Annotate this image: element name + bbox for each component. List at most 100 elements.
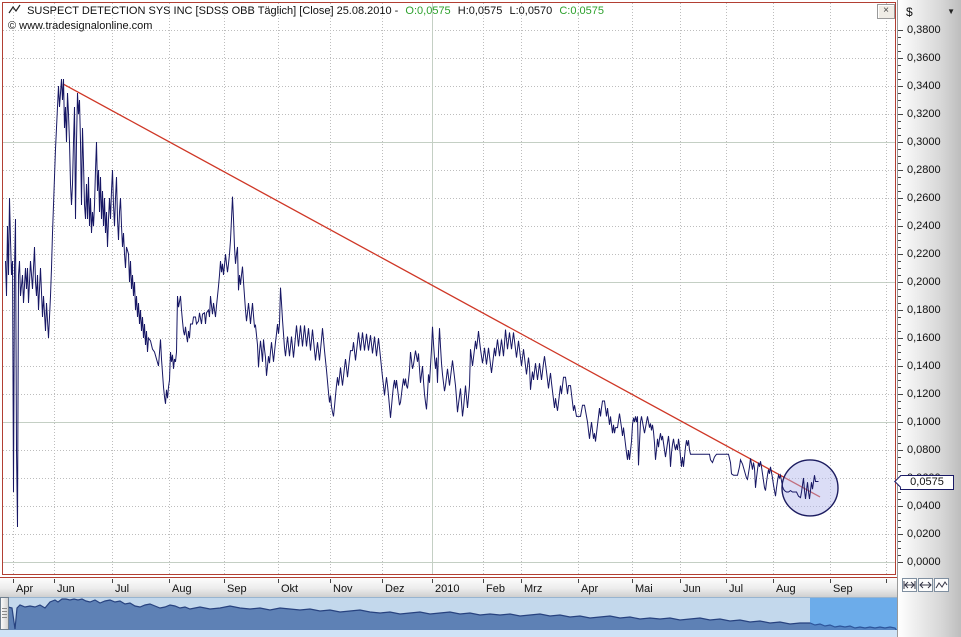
y-axis-minor-tick — [898, 149, 901, 150]
close-icon[interactable]: × — [877, 4, 895, 19]
chart-pane[interactable]: SUSPECT DETECTION SYS INC [SDSS OBB Tägl… — [0, 0, 897, 577]
y-axis-label: 0,0000 — [907, 556, 941, 568]
grip-lines-icon — [2, 608, 7, 620]
line-chart-button[interactable] — [934, 578, 949, 592]
open-value: O:0,0575 — [405, 5, 451, 17]
y-axis-label: 0,3400 — [907, 80, 941, 92]
y-axis-minor-tick — [898, 373, 901, 374]
price-line[interactable] — [5, 78, 819, 528]
y-axis-tick — [898, 86, 903, 87]
y-axis-minor-tick — [898, 499, 901, 500]
x-axis-label: Dez — [385, 583, 405, 595]
y-axis-minor-tick — [898, 121, 901, 122]
y-axis-tick — [898, 170, 903, 171]
y-axis-tick — [898, 338, 903, 339]
navigator[interactable] — [0, 597, 899, 632]
y-axis-label: 0,2800 — [907, 164, 941, 176]
y-axis-minor-tick — [898, 107, 901, 108]
zoom-horizontal-button[interactable] — [902, 578, 917, 592]
y-axis-label: 0,1800 — [907, 304, 941, 316]
x-axis-tick — [830, 579, 831, 583]
y-axis-label: 0,3800 — [907, 24, 941, 36]
trendline[interactable] — [62, 83, 821, 498]
axis-toolbar — [902, 578, 949, 592]
highlight-circle-annotation[interactable] — [781, 459, 839, 517]
y-axis-label: 0,1000 — [907, 416, 941, 428]
x-axis-tick — [680, 579, 681, 583]
y-axis-minor-tick — [898, 513, 901, 514]
x-axis-label: Jul — [729, 583, 744, 595]
y-axis-minor-tick — [898, 555, 901, 556]
price-axis-panel[interactable]: $ ▼ 0,3800 0,3600 0,3400 0,3200 0,3000 0,2800… — [897, 0, 961, 637]
y-axis-label: 0,3200 — [907, 108, 941, 120]
x-axis-label: Aug — [172, 583, 192, 595]
x-axis-tick — [54, 579, 55, 583]
x-axis-label: Okt — [281, 583, 299, 595]
y-axis-minor-tick — [898, 436, 901, 437]
x-axis-label: Nov — [333, 583, 353, 595]
x-axis-label: Apr — [581, 583, 599, 595]
y-axis-tick — [898, 506, 903, 507]
y-axis-minor-tick — [898, 331, 901, 332]
y-axis-tick — [898, 534, 903, 535]
y-axis-minor-tick — [898, 464, 901, 465]
x-axis-label: Sep — [227, 583, 247, 595]
y-axis-minor-tick — [898, 128, 901, 129]
watermark: © www.tradesignalonline.com — [8, 20, 153, 32]
y-axis-minor-tick — [898, 79, 901, 80]
y-axis-minor-tick — [898, 177, 901, 178]
y-axis-minor-tick — [898, 219, 901, 220]
x-axis-label: Jun — [683, 583, 701, 595]
pan-horizontal-button[interactable] — [918, 578, 933, 592]
arrows-left-right-bounded-icon — [903, 581, 916, 589]
y-axis-minor-tick — [898, 72, 901, 73]
navigator-area[interactable] — [0, 598, 899, 632]
x-axis-label: Feb — [486, 583, 505, 595]
chevron-down-icon[interactable]: ▼ — [947, 7, 955, 16]
y-axis-label: 0,0800 — [907, 444, 941, 456]
low-value: L:0,0570 — [509, 5, 553, 17]
y-axis-minor-tick — [898, 352, 901, 353]
price-chart — [2, 2, 896, 575]
y-axis-minor-tick — [898, 268, 901, 269]
y-axis-minor-tick — [898, 296, 901, 297]
y-axis-minor-tick — [898, 345, 901, 346]
y-axis-tick — [898, 30, 903, 31]
y-axis-minor-tick — [898, 37, 901, 38]
y-axis-label: 0,1600 — [907, 332, 941, 344]
navigator-chart — [0, 598, 899, 632]
y-axis-minor-tick — [898, 429, 901, 430]
chart-line-icon — [8, 4, 25, 17]
x-axis-tick — [169, 579, 170, 583]
x-axis-tick — [521, 579, 522, 583]
arrows-left-right-icon — [919, 581, 932, 589]
time-axis[interactable]: Apr Jun Jul Aug Sep Okt Nov Dez 2010 Feb Mrz Apr Mai… — [0, 577, 897, 597]
y-axis-label: 0,2200 — [907, 248, 941, 260]
y-axis-minor-tick — [898, 401, 901, 402]
x-axis-tick — [382, 579, 383, 583]
y-axis-minor-tick — [898, 415, 901, 416]
y-axis-minor-tick — [898, 527, 901, 528]
instrument-title: SUSPECT DETECTION SYS INC [SDSS OBB Tägl… — [27, 5, 399, 17]
bottom-strip — [0, 630, 897, 637]
y-axis-minor-tick — [898, 548, 901, 549]
navigator-handle[interactable] — [0, 597, 9, 630]
x-axis-tick — [726, 579, 727, 583]
y-axis-minor-tick — [898, 359, 901, 360]
x-axis-tick — [330, 579, 331, 583]
y-axis-minor-tick — [898, 240, 901, 241]
y-axis-minor-tick — [898, 191, 901, 192]
x-axis-tick — [13, 579, 14, 583]
y-axis-minor-tick — [898, 289, 901, 290]
y-axis-label: 0,2600 — [907, 192, 941, 204]
last-price-tag: 0,0575 — [900, 474, 954, 490]
y-axis-minor-tick — [898, 408, 901, 409]
x-axis-tick — [112, 579, 113, 583]
x-axis-tick — [578, 579, 579, 583]
y-axis-minor-tick — [898, 93, 901, 94]
y-axis-tick — [898, 422, 903, 423]
chart-title-bar: SUSPECT DETECTION SYS INC [SDSS OBB Tägl… — [8, 4, 608, 17]
x-axis-tick — [483, 579, 484, 583]
x-axis-label: Jul — [115, 583, 130, 595]
wave-line-icon — [935, 581, 948, 589]
